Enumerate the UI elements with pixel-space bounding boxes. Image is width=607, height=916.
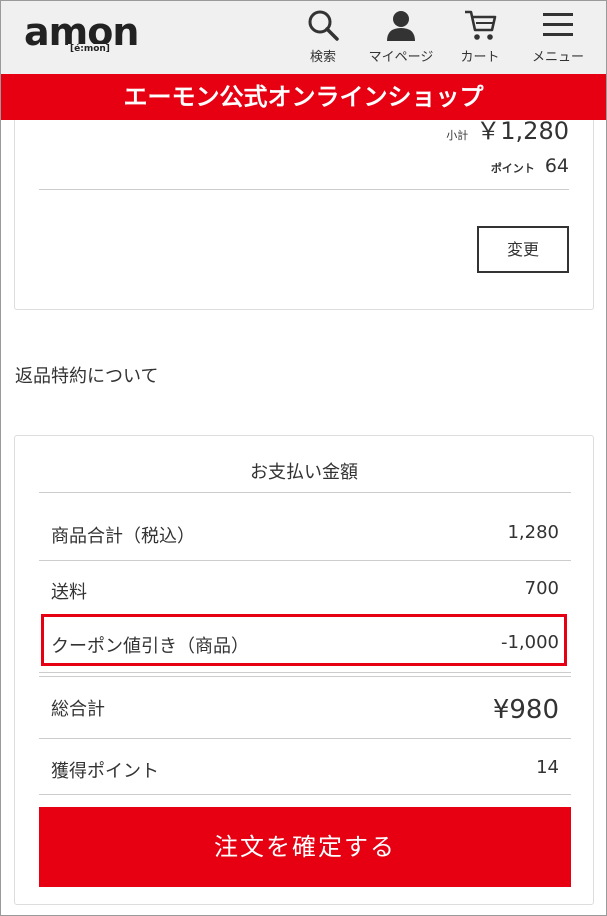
product-total-label: 商品合計（税込） bbox=[51, 526, 195, 547]
divider bbox=[39, 672, 571, 673]
product-total-row: 商品合計（税込） 1,280 bbox=[51, 522, 559, 548]
shop-banner[interactable]: エーモン公式オンラインショップ bbox=[0, 74, 607, 120]
return-policy-link[interactable]: 返品特約について bbox=[15, 362, 158, 388]
subtotal-label: 小計 bbox=[446, 129, 469, 142]
shipping-row: 送料 700 bbox=[51, 578, 559, 604]
logo-subtitle: [é:mon] bbox=[68, 44, 112, 55]
coupon-discount-label: クーポン値引き（商品） bbox=[51, 636, 249, 657]
subtotal-value: ￥1,280 bbox=[476, 117, 569, 145]
grand-total-value: ¥980 bbox=[492, 695, 559, 725]
item-point-label: ポイント bbox=[490, 162, 535, 175]
nav-menu[interactable]: メニュー bbox=[523, 8, 593, 68]
nav-menu-label: メニュー bbox=[531, 50, 584, 65]
earned-points-value: 14 bbox=[536, 757, 559, 778]
divider bbox=[39, 794, 571, 795]
grand-total-row: 総合計 ¥980 bbox=[51, 692, 559, 728]
product-total-value: 1,280 bbox=[507, 522, 559, 543]
divider bbox=[39, 676, 571, 677]
nav-search-label: 検索 bbox=[309, 50, 336, 65]
earned-points-label: 獲得ポイント bbox=[51, 761, 159, 782]
nav-cart[interactable]: カート bbox=[445, 8, 515, 68]
nav-cart-label: カート bbox=[460, 50, 500, 65]
item-point-row: ポイント 64 bbox=[491, 155, 569, 177]
change-button[interactable]: 変更 bbox=[477, 226, 569, 273]
user-icon bbox=[387, 11, 415, 41]
cart-item-card: 小計 ￥1,280 ポイント 64 変更 bbox=[14, 90, 594, 310]
nav-mypage-label: マイページ bbox=[368, 50, 434, 65]
shipping-label: 送料 bbox=[51, 582, 87, 603]
divider bbox=[39, 492, 571, 493]
coupon-discount-row: クーポン値引き（商品） -1,000 bbox=[51, 632, 559, 658]
earned-points-row: 獲得ポイント 14 bbox=[51, 757, 559, 783]
cart-icon bbox=[465, 10, 497, 40]
divider bbox=[39, 189, 569, 190]
confirm-order-button[interactable]: 注文を確定する bbox=[39, 807, 571, 887]
item-point-value: 64 bbox=[544, 155, 569, 177]
nav-mypage[interactable]: マイページ bbox=[366, 8, 436, 68]
site-header: amon [é:mon] 検索 マイページ カート メニュー bbox=[0, 0, 607, 74]
divider bbox=[39, 738, 571, 739]
menu-icon bbox=[543, 13, 573, 36]
payment-title: お支払い金額 bbox=[250, 462, 358, 483]
nav-search[interactable]: 検索 bbox=[288, 8, 358, 68]
divider bbox=[39, 560, 571, 561]
grand-total-label: 総合計 bbox=[51, 699, 105, 720]
search-icon bbox=[308, 10, 339, 41]
shipping-value: 700 bbox=[524, 578, 559, 599]
coupon-discount-value: -1,000 bbox=[500, 632, 559, 653]
amon-logo[interactable]: amon [é:mon] bbox=[24, 10, 159, 58]
payment-summary-card: お支払い金額 商品合計（税込） 1,280 送料 700 クーポン値引き（商品）… bbox=[14, 435, 594, 905]
